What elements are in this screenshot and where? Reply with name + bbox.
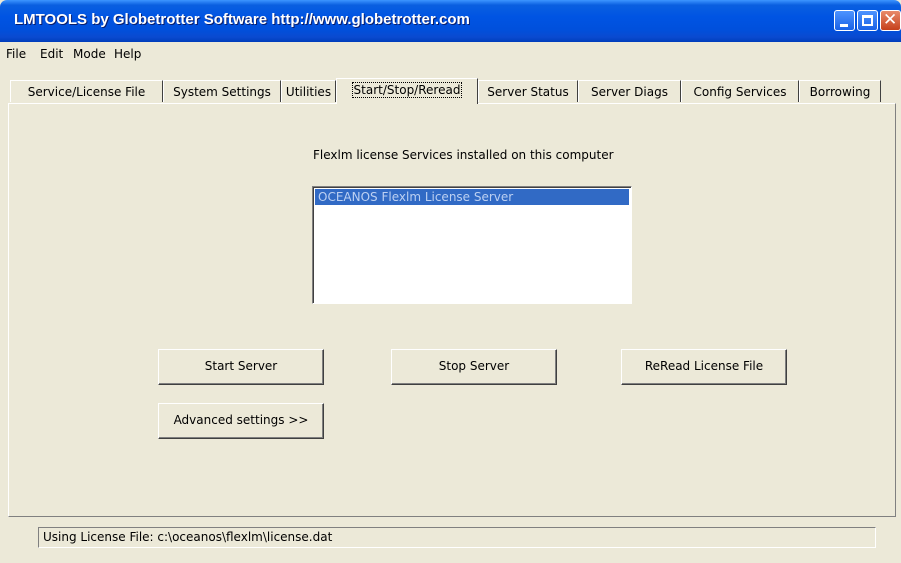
menu-edit[interactable]: Edit: [40, 47, 63, 61]
window-title: LMTOOLS by Globetrotter Software http://…: [14, 11, 470, 28]
tab-start-stop-reread[interactable]: Start/Stop/Reread: [336, 78, 478, 104]
minimize-icon: [840, 24, 848, 27]
services-listbox[interactable]: OCEANOS Flexlm License Server: [312, 186, 632, 304]
list-item[interactable]: OCEANOS Flexlm License Server: [315, 189, 629, 205]
services-caption: Flexlm license Services installed on thi…: [313, 148, 614, 162]
start-server-button[interactable]: Start Server: [158, 349, 324, 385]
reread-license-file-button[interactable]: ReRead License File: [621, 349, 787, 385]
menu-bar: File Edit Mode Help: [0, 42, 901, 64]
tab-config-services[interactable]: Config Services: [681, 80, 799, 102]
menu-mode[interactable]: Mode: [73, 47, 106, 61]
maximize-button[interactable]: [857, 10, 878, 31]
tab-server-diags[interactable]: Server Diags: [578, 80, 681, 102]
close-icon: ✕: [883, 10, 898, 30]
close-button[interactable]: ✕: [880, 10, 901, 31]
tab-system-settings[interactable]: System Settings: [163, 80, 281, 102]
maximize-icon: [862, 15, 873, 26]
tab-service-license-file[interactable]: Service/License File: [10, 80, 163, 102]
menu-file[interactable]: File: [6, 47, 26, 61]
status-bar: Using License File: c:\oceanos\flexlm\li…: [38, 527, 876, 548]
tab-panel: [8, 103, 896, 517]
menu-help[interactable]: Help: [114, 47, 141, 61]
tab-server-status[interactable]: Server Status: [478, 80, 578, 102]
tab-borrowing[interactable]: Borrowing: [799, 80, 881, 102]
title-bar[interactable]: LMTOOLS by Globetrotter Software http://…: [0, 0, 901, 42]
tab-utilities[interactable]: Utilities: [281, 80, 336, 102]
advanced-settings-button[interactable]: Advanced settings >>: [158, 403, 324, 439]
stop-server-button[interactable]: Stop Server: [391, 349, 557, 385]
minimize-button[interactable]: [834, 10, 855, 31]
